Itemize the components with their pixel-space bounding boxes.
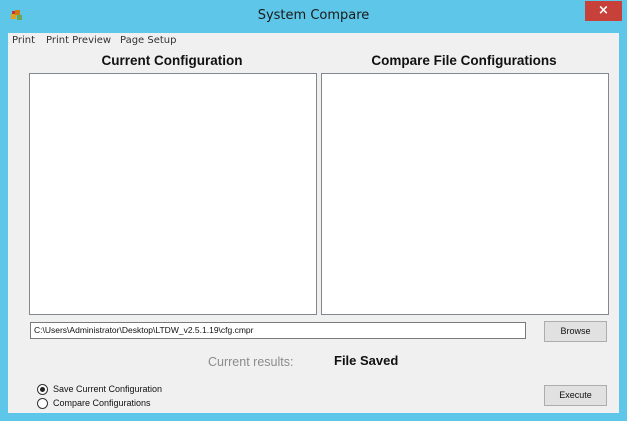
menu-item-page-setup[interactable]: Page Setup xyxy=(120,35,177,46)
current-results-label: Current results: xyxy=(208,355,294,369)
execute-button[interactable]: Execute xyxy=(544,385,607,406)
current-results-value: File Saved xyxy=(334,353,399,368)
file-path-field[interactable]: C:\Users\Administrator\Desktop\LTDW_v2.5… xyxy=(30,322,526,339)
system-compare-window: System Compare × Print Print Preview Pag… xyxy=(0,0,627,421)
radio-dot-icon xyxy=(40,387,45,392)
compare-configurations-heading: Compare File Configurations xyxy=(371,53,557,68)
window-title: System Compare xyxy=(257,8,370,23)
menu-item-print[interactable]: Print xyxy=(12,35,35,46)
current-configuration-heading: Current Configuration xyxy=(101,53,243,68)
menu-item-print-preview[interactable]: Print Preview xyxy=(46,35,111,46)
close-button[interactable]: × xyxy=(585,1,622,21)
radio-button-selected[interactable] xyxy=(37,384,48,395)
current-configuration-list[interactable] xyxy=(29,73,317,315)
client-area: Print Print Preview Page Setup Current C… xyxy=(8,33,619,413)
radio-label-compare: Compare Configurations xyxy=(53,398,151,408)
radio-label-save: Save Current Configuration xyxy=(53,384,163,394)
radio-button-unselected[interactable] xyxy=(37,398,48,409)
compare-configurations-list[interactable] xyxy=(321,73,609,315)
browse-button[interactable]: Browse xyxy=(544,321,607,342)
title-bar[interactable]: System Compare × xyxy=(0,0,627,33)
menu-bar: Print Print Preview Page Setup xyxy=(8,33,619,50)
